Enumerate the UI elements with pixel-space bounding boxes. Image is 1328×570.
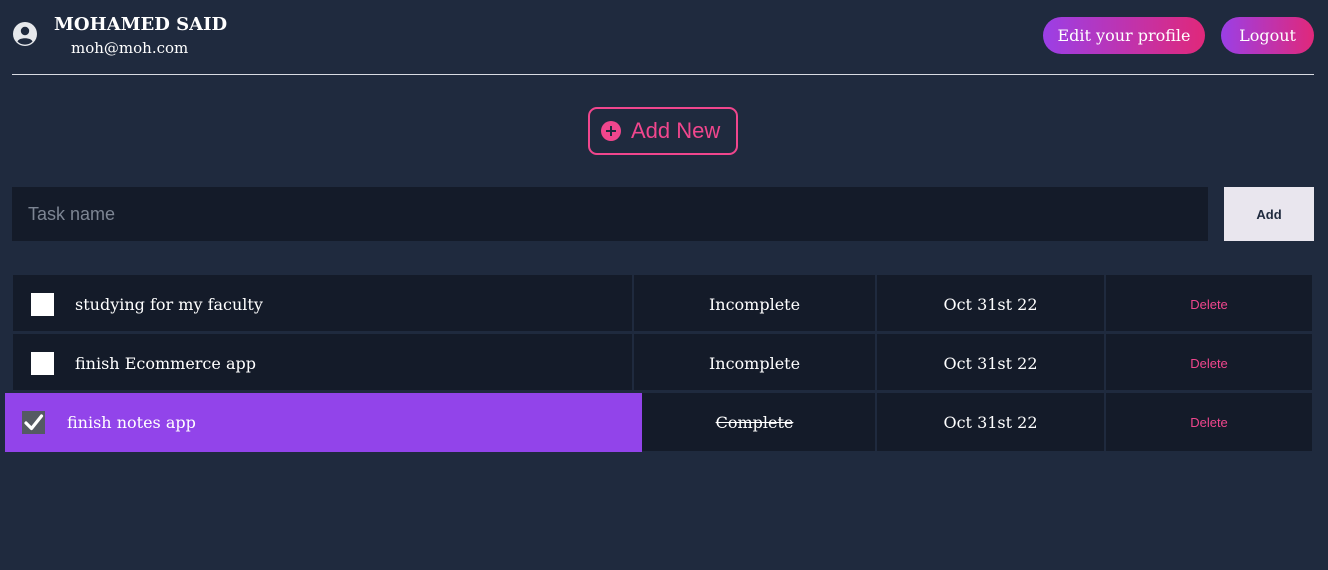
task-status: Incomplete	[708, 294, 801, 314]
task-name-cell: finish notes app	[13, 393, 634, 451]
task-checkbox[interactable]	[31, 352, 54, 375]
task-checkbox[interactable]	[31, 293, 54, 316]
task-checkbox[interactable]	[22, 411, 45, 434]
task-title: studying for my faculty	[75, 294, 263, 314]
task-date: Oct 31st 22	[943, 294, 1038, 314]
task-name-input[interactable]	[12, 187, 1208, 241]
logout-button[interactable]: Logout	[1221, 17, 1314, 54]
table-row: studying for my faculty Incomplete Oct 3…	[13, 275, 1312, 333]
task-delete-cell: Delete	[1106, 393, 1312, 451]
task-status: Incomplete	[708, 353, 801, 373]
task-title: finish Ecommerce app	[75, 353, 256, 373]
checkmark-icon	[24, 414, 44, 431]
header: MOHAMED SAID moh@moh.com Edit your profi…	[0, 0, 1328, 75]
delete-button[interactable]: Delete	[1190, 356, 1228, 371]
task-title: finish notes app	[67, 412, 196, 432]
task-date: Oct 31st 22	[943, 412, 1038, 432]
add-new-label: Add New	[631, 118, 721, 143]
task-name-cell: finish Ecommerce app	[13, 334, 634, 392]
delete-button[interactable]: Delete	[1190, 415, 1228, 430]
task-delete-cell: Delete	[1106, 334, 1312, 392]
user-email: moh@moh.com	[71, 39, 189, 57]
task-status: Complete	[715, 412, 794, 432]
task-status-cell: Incomplete	[634, 334, 877, 392]
add-task-button[interactable]: Add	[1224, 187, 1314, 241]
task-date: Oct 31st 22	[943, 353, 1038, 373]
task-date-cell: Oct 31st 22	[877, 334, 1106, 392]
task-status-cell: Incomplete	[634, 275, 877, 333]
add-new-button[interactable]: Add New	[588, 107, 738, 155]
user-circle-icon	[12, 21, 38, 47]
task-date-cell: Oct 31st 22	[877, 393, 1106, 451]
header-divider	[12, 74, 1314, 75]
table-row: finish Ecommerce app Incomplete Oct 31st…	[13, 334, 1312, 392]
task-name-cell: studying for my faculty	[13, 275, 634, 333]
task-status-cell: Complete	[634, 393, 877, 451]
edit-profile-button[interactable]: Edit your profile	[1043, 17, 1205, 54]
delete-button[interactable]: Delete	[1190, 297, 1228, 312]
user-name: MOHAMED SAID	[54, 14, 228, 35]
plus-circle-icon	[601, 121, 621, 141]
task-date-cell: Oct 31st 22	[877, 275, 1106, 333]
task-delete-cell: Delete	[1106, 275, 1312, 333]
todo-page: MOHAMED SAID moh@moh.com Edit your profi…	[0, 0, 1328, 570]
table-row: finish notes app Complete Oct 31st 22 De…	[5, 393, 1312, 452]
